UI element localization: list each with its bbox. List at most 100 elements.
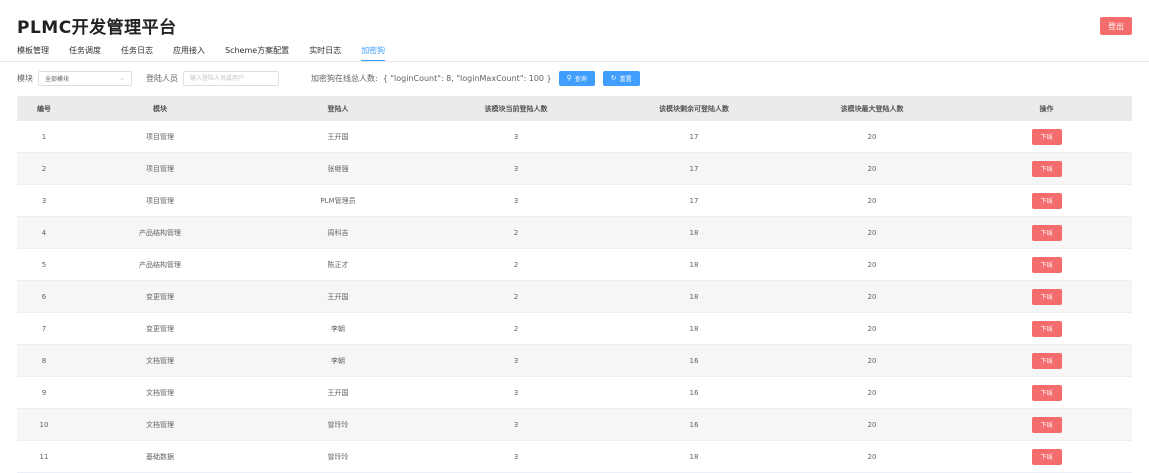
table-cell: 2 — [427, 248, 605, 281]
offline-button[interactable]: 下线 — [1031, 352, 1062, 369]
table-row: 7 变更管理 李朝 2 18 20 下线 — [17, 312, 1132, 345]
table-row: 2 项目管理 张继强 3 17 20 下线 — [17, 152, 1132, 185]
table-cell: 6 — [17, 280, 71, 313]
table-cell: 文档管理 — [71, 344, 249, 377]
table-cell: 20 — [783, 121, 961, 153]
offline-button[interactable]: 下线 — [1031, 384, 1062, 401]
table-cell: 变更管理 — [71, 312, 249, 345]
table-cell: 18 — [605, 312, 783, 345]
table-cell: 16 — [605, 408, 783, 441]
table-cell: 20 — [783, 408, 961, 441]
action-cell: 下线 — [961, 312, 1132, 345]
table-row: 11 基础数据 曾玲玲 3 18 20 下线 — [17, 440, 1132, 473]
table-cell: 基础数据 — [71, 440, 249, 473]
user-label: 登陆人员 — [146, 73, 178, 83]
table-row: 5 产品结构管理 陈正才 2 18 20 下线 — [17, 248, 1132, 281]
table-cell: 曾玲玲 — [249, 408, 427, 441]
table-cell: 王开国 — [249, 376, 427, 409]
table-cell: 2 — [17, 152, 71, 185]
table-cell: 3 — [427, 121, 605, 153]
table-cell: 曾玲玲 — [249, 440, 427, 473]
column-header: 模块 — [71, 96, 249, 121]
dongle-table: 编号 模块 登陆人 该模块当前登陆人数 该模块剩余可登陆人数 该模块最大登陆人数 操作 1项… — [17, 96, 1132, 473]
table-cell: 陈正才 — [249, 248, 427, 281]
table-cell: 周科吉 — [249, 216, 427, 249]
action-cell: 下线 — [961, 408, 1132, 441]
table-cell: 18 — [605, 440, 783, 473]
tab-item[interactable]: 模板管理 — [17, 45, 49, 60]
table-cell: 9 — [17, 376, 71, 409]
reset-button[interactable]: ↻ 重置 — [602, 70, 640, 86]
table-cell: 3 — [427, 184, 605, 217]
table-cell: 项目管理 — [71, 121, 249, 153]
table-cell: 20 — [783, 216, 961, 249]
table-row: 1 项目管理 王开国 3 17 20 下线 — [17, 121, 1132, 153]
tab-item[interactable]: 实时日志 — [309, 45, 341, 60]
table-cell: 产品结构管理 — [71, 216, 249, 249]
column-header: 操作 — [961, 96, 1132, 121]
search-button[interactable]: ⚲ 查询 — [558, 70, 595, 86]
filter-bar: 模块 全部模块 ⌄ 登陆人员 加密狗在线总人数: { "loginCount":… — [17, 70, 648, 86]
offline-button[interactable]: 下线 — [1031, 160, 1062, 177]
app-title: PLMC开发管理平台 — [17, 18, 177, 38]
module-select-value: 全部模块 — [45, 75, 70, 83]
table-cell: 3 — [427, 344, 605, 377]
action-cell: 下线 — [961, 121, 1132, 153]
table-cell: 张继强 — [249, 152, 427, 185]
column-header: 编号 — [17, 96, 71, 121]
action-cell: 下线 — [961, 280, 1132, 313]
column-header: 该模块剩余可登陆人数 — [605, 96, 783, 121]
table-cell: 20 — [783, 184, 961, 217]
action-cell: 下线 — [961, 184, 1132, 217]
table-cell: 李朝 — [249, 344, 427, 377]
tab-item[interactable]: 加密狗 — [361, 45, 386, 62]
table-cell: 7 — [17, 312, 71, 345]
table-cell: 17 — [605, 121, 783, 153]
module-select[interactable]: 全部模块 ⌄ — [38, 70, 132, 86]
offline-button[interactable]: 下线 — [1031, 416, 1062, 433]
tab-item[interactable]: Scheme方案配置 — [225, 45, 289, 60]
offline-button[interactable]: 下线 — [1031, 224, 1062, 241]
table-cell: 18 — [605, 280, 783, 313]
search-icon: ⚲ — [566, 74, 572, 82]
tab-item[interactable]: 应用接入 — [173, 45, 205, 60]
table-body: 1 项目管理 王开国 3 17 20 下线 2 项目管理 张继强 3 17 20 下线 3 项目管理 PLM管理… — [17, 121, 1132, 473]
table-cell: 2 — [427, 216, 605, 249]
table-cell: 20 — [783, 248, 961, 281]
tab-item[interactable]: 任务日志 — [121, 45, 153, 60]
logout-button[interactable]: 登出 — [1100, 17, 1132, 35]
column-header: 该模块最大登陆人数 — [783, 96, 961, 121]
table-cell: 4 — [17, 216, 71, 249]
table-cell: 3 — [427, 152, 605, 185]
table-cell: 18 — [605, 248, 783, 281]
table-row: 8 文档管理 李朝 3 16 20 下线 — [17, 344, 1132, 377]
table-cell: 1 — [17, 121, 71, 153]
offline-button[interactable]: 下线 — [1031, 320, 1062, 337]
action-cell: 下线 — [961, 216, 1132, 249]
table-cell: 20 — [783, 280, 961, 313]
table-cell: 16 — [605, 376, 783, 409]
table-row: 9 文档管理 王开国 3 16 20 下线 — [17, 376, 1132, 409]
offline-button[interactable]: 下线 — [1031, 128, 1062, 145]
summary-value: { "loginCount": 8, "loginMaxCount": 100 … — [382, 73, 552, 83]
user-search-input[interactable] — [183, 70, 279, 86]
table-cell: 20 — [783, 440, 961, 473]
table-cell: 20 — [783, 344, 961, 377]
module-label: 模块 — [17, 73, 33, 83]
table-cell: 项目管理 — [71, 152, 249, 185]
table-cell: 10 — [17, 408, 71, 441]
offline-button[interactable]: 下线 — [1031, 448, 1062, 465]
table-cell: 20 — [783, 152, 961, 185]
tab-item[interactable]: 任务调度 — [69, 45, 101, 60]
table-cell: 5 — [17, 248, 71, 281]
action-cell: 下线 — [961, 248, 1132, 281]
table-cell: 3 — [17, 184, 71, 217]
offline-button[interactable]: 下线 — [1031, 256, 1062, 273]
table-cell: 2 — [427, 312, 605, 345]
table-cell: 11 — [17, 440, 71, 473]
refresh-icon: ↻ — [610, 74, 617, 82]
offline-button[interactable]: 下线 — [1031, 288, 1062, 305]
action-cell: 下线 — [961, 344, 1132, 377]
offline-button[interactable]: 下线 — [1031, 192, 1062, 209]
table-cell: 3 — [427, 376, 605, 409]
